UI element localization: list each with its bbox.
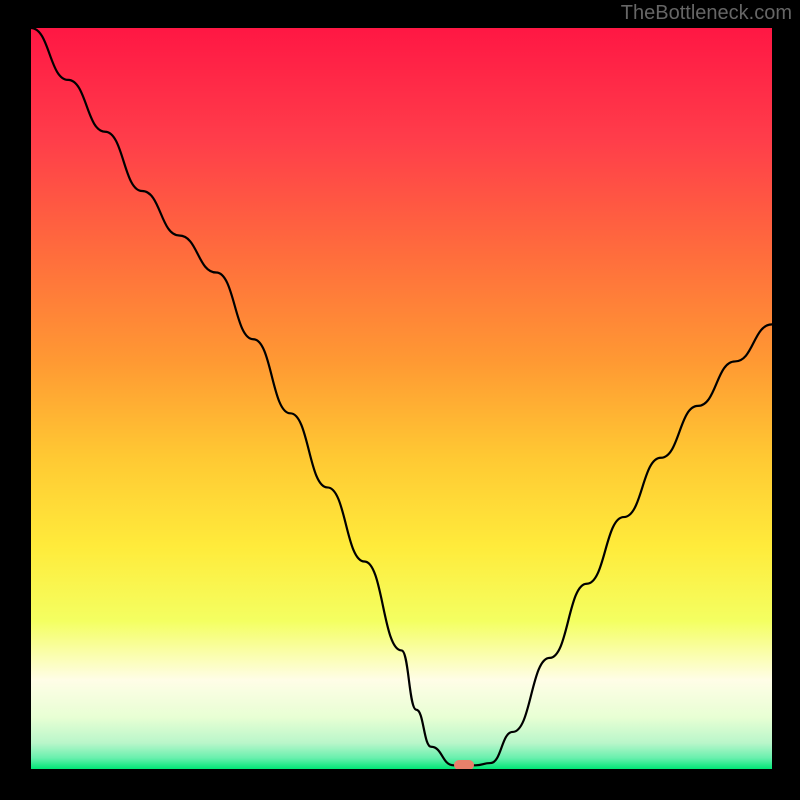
bottleneck-curve — [31, 28, 772, 769]
minimum-marker — [454, 760, 474, 769]
watermark-text: TheBottleneck.com — [621, 2, 792, 25]
plot-area — [31, 28, 772, 769]
chart-container: TheBottleneck.com — [0, 0, 800, 800]
